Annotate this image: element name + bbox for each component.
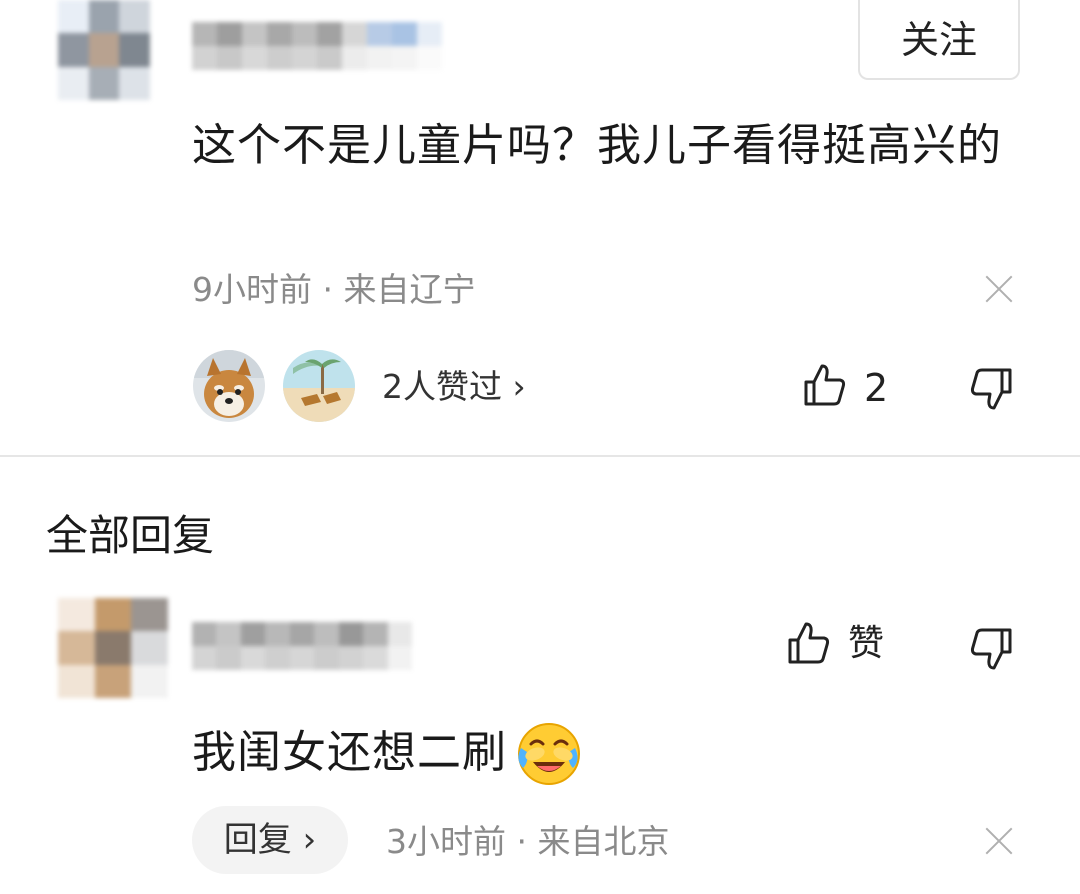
commenter-avatar[interactable] <box>58 0 150 100</box>
reply-meta: 3小时前 · 来自北京 <box>386 822 670 861</box>
replier-name[interactable] <box>192 622 412 670</box>
close-icon[interactable] <box>984 274 1014 304</box>
thumb-up-icon[interactable] <box>786 620 832 666</box>
reply-like-label[interactable]: 赞 <box>848 622 884 666</box>
close-icon[interactable] <box>984 826 1014 856</box>
replier-avatar[interactable] <box>58 598 168 698</box>
reply-text-row: 我闺女还想二刷 <box>192 718 583 788</box>
section-divider <box>0 455 1080 457</box>
commenter-name[interactable] <box>192 22 442 70</box>
thumb-down-icon[interactable] <box>968 626 1014 672</box>
comment-text: 这个不是儿童片吗？我儿子看得挺高兴的 <box>192 120 1002 171</box>
reply-button[interactable]: 回复 › <box>192 806 348 874</box>
crying-laughing-emoji <box>518 723 580 785</box>
follow-button[interactable]: 关注 <box>858 0 1020 80</box>
thumb-up-icon[interactable] <box>802 362 848 408</box>
comment-meta: 9小时前 · 来自辽宁 <box>192 270 476 309</box>
reply-text: 我闺女还想二刷 <box>192 727 507 778</box>
liker-avatar-beach[interactable] <box>283 350 355 422</box>
like-count: 2 <box>864 366 889 410</box>
liker-avatar-shiba[interactable] <box>193 350 265 422</box>
all-replies-title: 全部回复 <box>46 511 215 560</box>
likers-summary[interactable]: 2人赞过 › <box>382 366 526 408</box>
thumb-down-icon[interactable] <box>968 366 1014 412</box>
